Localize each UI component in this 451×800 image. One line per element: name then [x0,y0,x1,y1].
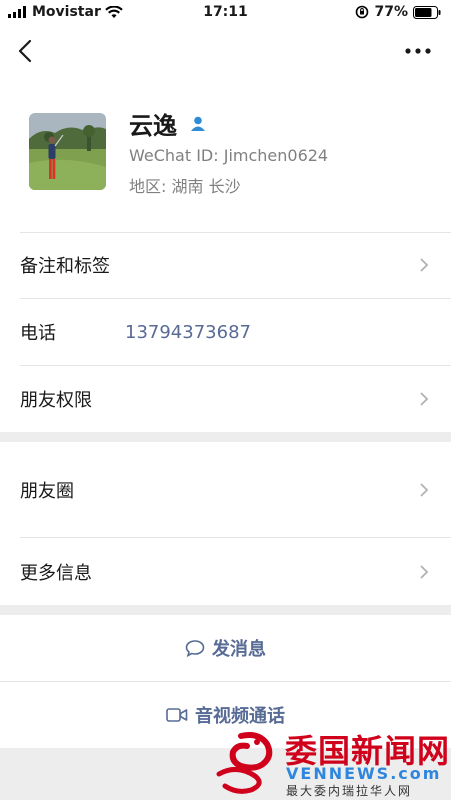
more-icon[interactable] [403,40,433,62]
contact-badge-icon [191,116,205,131]
friend-permissions-row[interactable]: 朋友权限 [0,366,451,432]
status-bar: Movistar 17:11 77% [0,0,451,26]
chevron-right-icon [420,258,429,272]
chevron-right-icon [420,482,429,497]
moments-label: 朋友圈 [20,480,74,502]
chevron-right-icon [420,564,429,579]
more-info-label: 更多信息 [20,562,92,584]
battery-percent: 77% [374,4,408,20]
watermark: 委国新闻网 VENNEWS.com 最大委内瑞拉华人网 [205,726,451,800]
contact-name: 云逸 [129,112,177,140]
chevron-right-icon [420,392,429,406]
back-icon[interactable] [14,38,38,64]
avatar[interactable] [29,113,106,190]
video-call-label: 音视频通话 [195,706,285,727]
phone-number[interactable]: 13794373687 [125,322,251,343]
message-bubble-icon [185,640,205,657]
friend-permissions-label: 朋友权限 [20,390,92,411]
moments-group: 朋友圈 更多信息 [0,442,451,605]
info-group: 备注和标签 电话 13794373687 朋友权限 [0,232,451,432]
profile-header: 云逸 WeChat ID: Jimchen0624 地区: 湖南 长沙 [0,76,451,232]
contact-name-row: 云逸 [129,106,207,141]
region: 地区: 湖南 长沙 [129,177,241,196]
rotation-lock-icon [356,5,369,19]
phone-label: 电话 [20,323,56,344]
moments-row[interactable]: 朋友圈 [0,442,451,537]
nav-bar [0,26,451,76]
watermark-en: VENNEWS.com [286,764,442,783]
watermark-sub: 最大委内瑞拉华人网 [286,784,413,798]
send-message-button[interactable]: 发消息 [0,615,451,681]
battery-icon [413,5,441,19]
wechat-id: WeChat ID: Jimchen0624 [129,146,329,165]
remarks-tags-label: 备注和标签 [20,256,110,277]
remarks-tags-row[interactable]: 备注和标签 [0,232,451,298]
status-right: 77% [355,4,441,20]
more-info-row[interactable]: 更多信息 [0,538,451,605]
video-camera-icon [166,708,188,722]
phone-row[interactable]: 电话 13794373687 [0,299,451,365]
watermark-logo-icon [216,732,273,794]
send-message-label: 发消息 [212,639,266,660]
